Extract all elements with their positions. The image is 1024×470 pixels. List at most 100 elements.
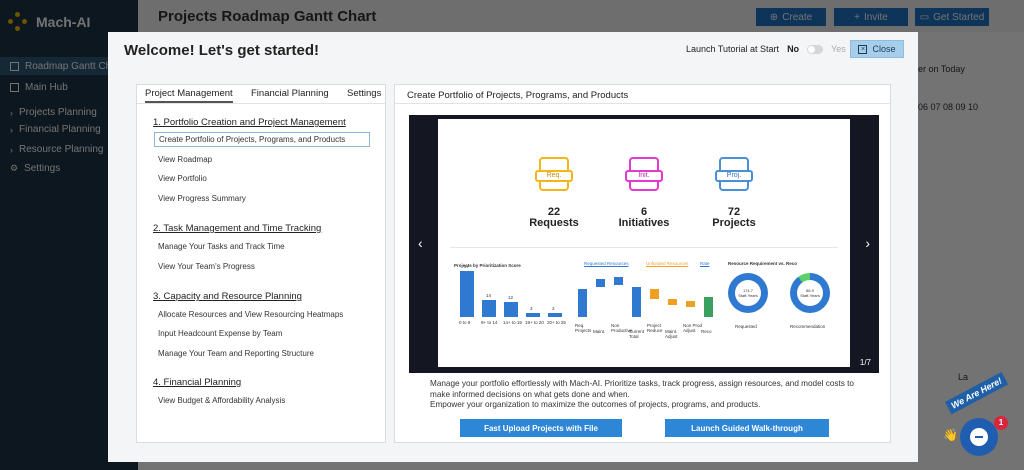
recommendation-label: Recommendation — [790, 324, 826, 329]
chart1-value-label: 14 — [486, 292, 492, 298]
chart2-bar — [596, 279, 605, 287]
recommendation-donut-value: 86.9 Staff-Years — [797, 280, 823, 306]
get-started-label: Get Started — [933, 11, 985, 23]
chart1-bar — [548, 313, 562, 317]
sidebar-item-financial-planning[interactable]: › Financial Planning — [10, 124, 101, 135]
guide-link-view-roadmap[interactable]: View Roadmap — [158, 155, 212, 164]
chart1-bar — [504, 302, 518, 317]
sidebar-item-label: Main Hub — [25, 82, 68, 93]
guide-link-allocate-resources[interactable]: Allocate Resources and View Resourcing H… — [158, 310, 343, 319]
welcome-modal: Welcome! Let's get started! Launch Tutor… — [108, 32, 918, 462]
chart2-bar — [632, 287, 641, 317]
app-header: Projects Roadmap Gantt Chart ⊕ Create + In… — [138, 0, 1024, 32]
slide-image: Req. Init. Proj. 22 Requests 6 Initiativ… — [438, 119, 850, 367]
page-title: Projects Roadmap Gantt Chart — [158, 8, 377, 25]
initiatives-icon: Init. — [625, 157, 663, 191]
chat-launcher-button[interactable] — [960, 418, 998, 456]
chart1-category-label: 0 to 9 — [459, 320, 471, 325]
sidebar-item-label: Financial Planning — [19, 124, 101, 135]
close-button[interactable]: × Close — [850, 40, 904, 58]
chart2-bar — [650, 289, 659, 299]
chart1-category-label: 19+ to 20 — [525, 320, 544, 325]
projects-tag: Proj. — [715, 170, 753, 182]
chart2-bar — [614, 277, 623, 285]
chart2-bar — [578, 289, 587, 317]
chevron-right-icon[interactable]: › — [865, 235, 870, 251]
guide-link-headcount-expense[interactable]: Input Headcount Expense by Team — [158, 329, 282, 338]
initiatives-tag: Init. — [625, 170, 663, 182]
preview-title: Create Portfolio of Projects, Programs, … — [407, 90, 629, 101]
wave-icon: 👋 — [943, 428, 958, 442]
tab-settings[interactable]: Settings — [347, 88, 381, 99]
initiatives-label: Initiatives — [618, 217, 670, 229]
legend-requested: Requested Resources — [584, 261, 629, 266]
chevron-right-icon: › — [10, 144, 13, 155]
chart1-value-label: 12 — [508, 295, 514, 301]
donut-unit: Staff-Years — [800, 293, 820, 298]
requested-donut-value: 174.7 Staff-Years — [735, 280, 761, 306]
projects-label: Projects — [712, 217, 756, 229]
requested-donut: 174.7 Staff-Years — [728, 273, 768, 313]
requests-icon: Req. — [535, 157, 573, 191]
chevron-right-icon: › — [10, 124, 13, 135]
close-icon: × — [858, 44, 868, 54]
plus-icon: ⊕ — [769, 11, 779, 23]
chart1-bar — [460, 271, 474, 317]
chart1-value-label: 3 — [530, 306, 533, 312]
toggle-yes-label: Yes — [831, 44, 846, 54]
document-icon: ▭ — [919, 11, 930, 23]
tutorial-toggle-row: Launch Tutorial at Start No Yes — [686, 44, 846, 54]
chart2-category-label: Non Prod Adjust — [683, 323, 703, 333]
chart2-bar — [668, 299, 677, 305]
create-button[interactable]: ⊕ Create — [756, 8, 826, 26]
requests-label: Requests — [529, 217, 579, 229]
tab-project-management[interactable]: Project Management — [145, 88, 233, 103]
invite-button[interactable]: + Invite — [834, 8, 908, 26]
chevron-left-icon[interactable]: ‹ — [418, 235, 423, 251]
guide-link-team-progress[interactable]: View Your Team's Progress — [158, 262, 255, 271]
tutorial-toggle[interactable] — [807, 44, 824, 54]
logo-text: Mach-AI — [36, 14, 91, 30]
chart1-value-label: 37 — [464, 264, 470, 269]
recommendation-donut: 86.9 Staff-Years — [790, 273, 830, 313]
guide-link-view-portfolio[interactable]: View Portfolio — [158, 174, 207, 183]
chart2-category-label: Non Productive — [611, 323, 633, 333]
tab-financial-planning[interactable]: Financial Planning — [251, 88, 329, 99]
guide-link-manage-tasks[interactable]: Manage Your Tasks and Track Time — [158, 242, 285, 251]
logo-icon — [8, 12, 28, 32]
invite-label: Invite — [863, 11, 888, 23]
guide-link-view-progress[interactable]: View Progress Summary — [158, 194, 246, 203]
slide-pager: 1/7 — [859, 358, 871, 367]
chart2-category-label: Current Total — [629, 329, 645, 339]
sidebar-item-settings[interactable]: ⚙ Settings — [10, 163, 60, 174]
today-label: er on Today — [918, 64, 965, 74]
sidebar-item-resource-planning[interactable]: › Resource Planning — [10, 144, 104, 155]
guide-link-budget[interactable]: View Budget & Affordability Analysis — [158, 396, 285, 405]
section-heading: 1. Portfolio Creation and Project Manage… — [153, 117, 346, 128]
chat-icon — [970, 428, 988, 446]
section-heading: 4. Financial Planning — [153, 377, 242, 388]
guided-walkthrough-button[interactable]: Launch Guided Walk-through — [665, 419, 829, 437]
chart2-bar — [686, 301, 695, 307]
guide-link-team-structure[interactable]: Manage Your Team and Reporting Structure — [158, 349, 314, 358]
sidebar-item-main-hub[interactable]: Main Hub — [10, 82, 68, 93]
tab-bar: Project Management Financial Planning Se… — [137, 85, 385, 103]
guide-panel: Project Management Financial Planning Se… — [136, 84, 386, 443]
modal-title: Welcome! Let's get started! — [124, 42, 319, 59]
toggle-no-label: No — [787, 44, 800, 54]
sidebar-item-projects-planning[interactable]: › Projects Planning — [10, 107, 97, 118]
get-started-button[interactable]: ▭ Get Started — [915, 8, 989, 26]
legend-rate: Rate — [700, 261, 710, 266]
preview-description: Manage your portfolio effortlessly with … — [430, 379, 860, 411]
fast-upload-button[interactable]: Fast Upload Projects with File — [460, 419, 622, 437]
chart3-title: Resource Requirement vs. Reco — [728, 261, 798, 266]
sidebar-item-label: Resource Planning — [19, 144, 104, 155]
guide-link-create-portfolio[interactable]: Create Portfolio of Projects, Programs, … — [154, 132, 370, 147]
requests-tag: Req. — [535, 170, 573, 182]
app-logo[interactable]: Mach-AI — [8, 12, 90, 32]
requested-label: Requested — [735, 324, 757, 329]
notification-badge: 1 — [994, 416, 1008, 430]
gear-icon: ⚙ — [10, 163, 19, 173]
chart2-category-label: Project Reduce — [647, 323, 663, 333]
sidebar-item-label: Settings — [24, 163, 61, 174]
